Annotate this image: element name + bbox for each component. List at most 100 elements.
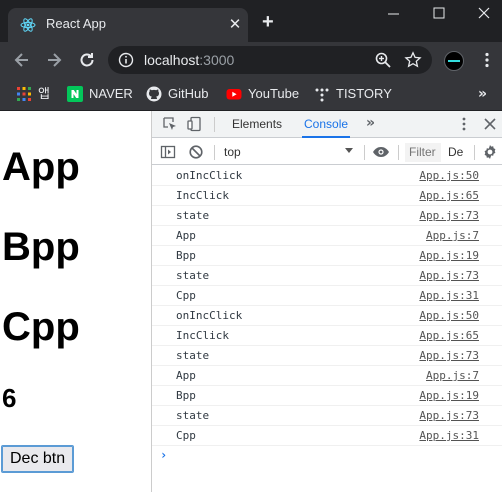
new-tab-button[interactable]: +	[262, 12, 274, 32]
heading-bpp: Bpp	[2, 225, 80, 269]
console-prompt-icon[interactable]: ›	[160, 448, 167, 462]
url-port: :3000	[199, 52, 235, 68]
bookmark-github[interactable]: GitHub	[146, 84, 208, 104]
console-log-source-link[interactable]: App.js:19	[419, 389, 479, 402]
toolbar-divider	[214, 117, 215, 132]
info-icon[interactable]	[118, 52, 134, 68]
console-log-row: IncClick App.js:65	[152, 186, 502, 206]
address-bar[interactable]: localhost:3000	[108, 46, 432, 74]
console-log-message: Cpp	[176, 429, 196, 442]
console-log-message: App	[176, 369, 196, 382]
url-host: localhost	[144, 52, 200, 68]
sidebar-toggle-icon[interactable]	[160, 144, 176, 160]
console-log-source-link[interactable]: App.js:7	[426, 369, 479, 382]
console-log-row: state App.js:73	[152, 206, 502, 226]
more-tabs-icon[interactable]: »	[366, 115, 375, 131]
profile-avatar[interactable]	[444, 51, 464, 71]
title-bar: React App ✕ +	[0, 0, 502, 42]
console-log-row: state App.js:73	[152, 346, 502, 366]
console-log-message: IncClick	[176, 329, 229, 342]
console-toolbar: top De	[152, 139, 502, 165]
heading-app: App	[2, 145, 80, 189]
url-text[interactable]: localhost:3000	[144, 52, 234, 68]
tistory-icon	[315, 88, 329, 102]
clear-console-icon[interactable]	[188, 144, 204, 160]
console-log-source-link[interactable]: App.js:73	[419, 269, 479, 282]
bookmark-tistory[interactable]: TISTORY	[314, 84, 392, 104]
bookmark-naver[interactable]: NAVER	[67, 84, 133, 104]
bookmark-star-icon[interactable]	[404, 51, 422, 69]
react-icon	[20, 18, 36, 32]
bookmark-youtube[interactable]: YouTube	[226, 84, 299, 104]
console-log-source-link[interactable]: App.js:19	[419, 249, 479, 262]
inspect-element-icon[interactable]	[162, 116, 178, 132]
console-output: onIncClick App.js:50 IncClick App.js:65 stat…	[152, 166, 502, 492]
devtools-panel: Elements Console » top De onIncClick App.…	[151, 111, 502, 492]
console-log-row: IncClick App.js:65	[152, 326, 502, 346]
console-log-row: Cpp App.js:31	[152, 426, 502, 446]
minimize-icon[interactable]	[385, 4, 403, 22]
console-settings-gear-icon[interactable]	[482, 144, 498, 160]
console-log-message: onIncClick	[176, 309, 243, 322]
live-expression-eye-icon[interactable]	[372, 144, 390, 160]
console-log-source-link[interactable]: App.js:31	[419, 289, 479, 302]
console-log-row: state App.js:73	[152, 266, 502, 286]
dec-button[interactable]: Dec btn	[1, 445, 75, 473]
console-log-row: App App.js:7	[152, 226, 502, 246]
console-log-source-link[interactable]: App.js:50	[419, 169, 479, 182]
browser-menu-icon[interactable]	[478, 51, 496, 69]
console-log-message: state	[176, 209, 210, 222]
console-log-message: Bpp	[176, 249, 196, 262]
maximize-icon[interactable]	[430, 4, 448, 22]
console-log-message: IncClick	[176, 189, 229, 202]
bookmark-label: TISTORY	[336, 86, 392, 101]
console-log-row: Cpp App.js:31	[152, 286, 502, 306]
device-toolbar-icon[interactable]	[187, 116, 203, 132]
chevron-down-icon	[345, 148, 353, 153]
console-log-source-link[interactable]: App.js:65	[419, 189, 479, 202]
github-icon	[146, 86, 162, 102]
heading-cpp: Cpp	[2, 305, 80, 349]
devtools-menu-icon[interactable]	[456, 116, 472, 132]
reload-icon[interactable]	[77, 50, 97, 70]
console-log-source-link[interactable]: App.js:73	[419, 409, 479, 422]
bookmarks-overflow-icon[interactable]: »	[478, 84, 487, 104]
apps-grid-icon	[17, 86, 31, 101]
log-levels-select[interactable]: De	[444, 143, 470, 162]
console-log-message: Cpp	[176, 289, 196, 302]
console-log-message: onIncClick	[176, 169, 243, 182]
console-log-source-link[interactable]: App.js:7	[426, 229, 479, 242]
context-select[interactable]: top	[220, 142, 362, 162]
console-log-row: Bpp App.js:19	[152, 246, 502, 266]
console-log-source-link[interactable]: App.js:73	[419, 349, 479, 362]
console-log-message: App	[176, 229, 196, 242]
console-log-source-link[interactable]: App.js:73	[419, 209, 479, 222]
console-log-row: App App.js:7	[152, 366, 502, 386]
devtools-close-icon[interactable]	[482, 116, 498, 132]
tab-close-icon[interactable]: ✕	[226, 14, 244, 34]
bookmark-label: YouTube	[248, 86, 300, 101]
browser-tab[interactable]: React App ✕	[8, 8, 248, 42]
bookmark-apps[interactable]: 앱	[16, 84, 50, 104]
toolbar-divider	[364, 145, 365, 160]
console-log-message: state	[176, 269, 210, 282]
back-icon[interactable]	[12, 50, 32, 70]
window-close-icon[interactable]	[475, 4, 493, 22]
forward-icon[interactable]	[44, 50, 64, 70]
console-filter-input[interactable]	[405, 143, 441, 162]
bookmarks-bar: 앱 NAVER GitHub YouTube TISTORY »	[0, 78, 502, 111]
zoom-icon[interactable]	[374, 51, 392, 69]
console-log-message: Bpp	[176, 389, 196, 402]
naver-icon	[67, 85, 83, 102]
tab-console[interactable]: Console	[302, 111, 351, 138]
toolbar-divider	[214, 145, 215, 160]
tab-elements[interactable]: Elements	[230, 111, 284, 138]
toolbar-divider	[398, 145, 399, 160]
console-log-source-link[interactable]: App.js:65	[419, 329, 479, 342]
console-log-source-link[interactable]: App.js:31	[419, 429, 479, 442]
console-log-message: state	[176, 409, 210, 422]
console-log-message: state	[176, 349, 210, 362]
console-log-source-link[interactable]: App.js:50	[419, 309, 479, 322]
console-log-row: onIncClick App.js:50	[152, 166, 502, 186]
console-log-row: Bpp App.js:19	[152, 386, 502, 406]
